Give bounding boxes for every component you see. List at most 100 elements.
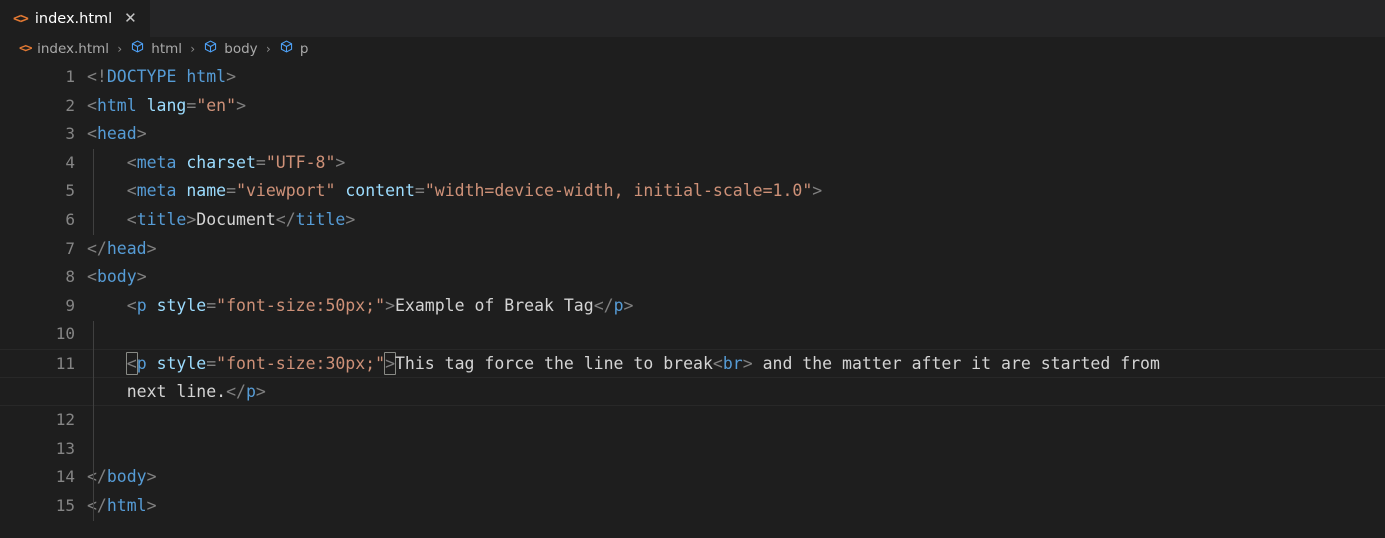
token-string: "width=device-width, initial-scale=1.0" xyxy=(424,181,813,201)
breadcrumb-item-p[interactable]: p xyxy=(279,39,308,58)
token-punct: </ xyxy=(87,495,107,515)
token-equals: = xyxy=(206,353,217,373)
code-line-text[interactable]: <!DOCTYPE html> xyxy=(82,63,1385,92)
token-attribute: name xyxy=(186,181,227,201)
code-line[interactable]: 14 </body> xyxy=(0,463,1385,492)
code-line[interactable]: 10 xyxy=(0,320,1385,349)
code-line[interactable]: 12 xyxy=(0,406,1385,435)
line-number: 12 xyxy=(55,410,75,430)
breadcrumb-separator-icon: › xyxy=(116,41,124,56)
breadcrumb-item-body[interactable]: body xyxy=(203,39,258,58)
code-line[interactable]: 3 <head> xyxy=(0,120,1385,149)
code-line-text[interactable]: <meta charset="UTF-8"> xyxy=(82,149,1385,178)
code-line-wrapped[interactable]: next line.</p> xyxy=(0,378,1385,407)
code-line[interactable]: 2 <html lang="en"> xyxy=(0,92,1385,121)
code-line-text[interactable] xyxy=(82,435,1385,464)
token-punct: </ xyxy=(87,238,107,258)
html-file-icon: <> xyxy=(13,10,29,27)
token-tag-br: br xyxy=(722,353,743,373)
code-line-text[interactable]: next line.</p> xyxy=(82,378,1385,407)
code-line-text[interactable]: </head> xyxy=(82,235,1385,264)
symbol-field-icon xyxy=(203,39,218,58)
token-punct: < xyxy=(712,353,723,373)
code-line-text[interactable]: <body> xyxy=(82,263,1385,292)
code-line-active[interactable]: 11 < p style="font-size:30px;" > This tag f… xyxy=(0,348,1385,378)
token-punct: </ xyxy=(593,295,614,315)
token-punct: < xyxy=(126,181,137,201)
token-punct: > xyxy=(345,209,356,229)
code-line[interactable]: 1 <!DOCTYPE html> xyxy=(0,63,1385,92)
code-line-text[interactable]: </html> xyxy=(82,492,1385,521)
token-tag: p xyxy=(613,295,624,315)
breadcrumb-item-index-html[interactable]: <> index.html xyxy=(19,41,109,57)
code-line-text[interactable]: <html lang="en"> xyxy=(82,92,1385,121)
token-equals: = xyxy=(255,152,266,172)
token-tag: p xyxy=(245,381,256,401)
line-number: 7 xyxy=(65,238,75,258)
token-punct: < xyxy=(126,209,137,229)
code-line-text[interactable]: <meta name="viewport" content="width=dev… xyxy=(82,177,1385,206)
token-attribute: charset xyxy=(186,152,256,172)
breadcrumb-label: index.html xyxy=(37,40,110,57)
code-line-text[interactable]: <p style="font-size:50px;">Example of Br… xyxy=(82,292,1385,321)
code-line[interactable]: 6 <title>Document</title> xyxy=(0,206,1385,235)
token-string: "font-size:30px;" xyxy=(216,353,386,373)
close-icon[interactable]: ✕ xyxy=(122,10,139,27)
token-punct: > xyxy=(136,124,147,144)
token-text: This tag force the line to break xyxy=(395,353,713,373)
code-line[interactable]: 7 </head> xyxy=(0,235,1385,264)
token-punct: <! xyxy=(87,67,107,86)
code-line-text[interactable]: <head> xyxy=(82,120,1385,149)
code-line[interactable]: 8 <body> xyxy=(0,263,1385,292)
tab-label: index.html xyxy=(34,10,113,27)
code-editor[interactable]: 1 <!DOCTYPE html> 2 <html lang="en"> 3 <… xyxy=(0,60,1385,538)
code-content[interactable]: 1 <!DOCTYPE html> 2 <html lang="en"> 3 <… xyxy=(0,60,1385,521)
token-string: "font-size:50px;" xyxy=(216,295,386,315)
code-line-text[interactable] xyxy=(82,406,1385,435)
token-tag: html xyxy=(186,67,227,86)
line-number: 1 xyxy=(65,67,75,86)
token-punct: > xyxy=(136,267,147,287)
breadcrumb-separator-icon: › xyxy=(189,41,197,56)
line-number: 5 xyxy=(65,181,75,201)
token-punct: < xyxy=(87,267,97,287)
token-tag: meta xyxy=(136,181,177,201)
line-number: 10 xyxy=(55,324,75,344)
code-line-text[interactable]: < p style="font-size:30px;" > This tag forc… xyxy=(82,348,1385,378)
token-punct: > xyxy=(226,67,237,86)
code-line[interactable]: 15 </html> xyxy=(0,492,1385,521)
breadcrumb-item-html[interactable]: html xyxy=(130,39,182,58)
token-tag: p xyxy=(136,295,147,315)
symbol-field-icon xyxy=(279,39,294,58)
token-punct: < xyxy=(126,295,137,315)
breadcrumb-label: html xyxy=(151,40,183,57)
html-file-icon: <> xyxy=(19,40,33,56)
token-punct: < xyxy=(87,124,97,144)
line-number: 13 xyxy=(55,438,75,458)
token-text: Document xyxy=(196,209,276,229)
token-punct: > xyxy=(255,381,266,401)
code-line-text[interactable] xyxy=(82,320,1385,349)
line-number: 11 xyxy=(0,348,82,378)
token-punct: </ xyxy=(275,209,296,229)
token-tag: p xyxy=(136,353,147,373)
token-doctype: DOCTYPE xyxy=(106,67,177,86)
token-punct: < xyxy=(87,95,97,115)
editor-tab-index-html[interactable]: <> index.html ✕ xyxy=(0,0,151,37)
code-line-text[interactable]: <title>Document</title> xyxy=(82,206,1385,235)
code-line[interactable]: 13 xyxy=(0,435,1385,464)
code-line[interactable]: 9 <p style="font-size:50px;">Example of … xyxy=(0,292,1385,321)
token-equals: = xyxy=(414,181,425,201)
token-attribute: style xyxy=(156,295,207,315)
code-line[interactable]: 4 <meta charset="UTF-8"> xyxy=(0,149,1385,178)
code-line[interactable]: 5 <meta name="viewport" content="width=d… xyxy=(0,177,1385,206)
line-number: 14 xyxy=(55,467,75,487)
token-punct: </ xyxy=(87,467,107,487)
token-punct: </ xyxy=(226,381,246,401)
token-punct: > xyxy=(812,181,823,201)
code-line-text[interactable]: </body> xyxy=(82,463,1385,492)
